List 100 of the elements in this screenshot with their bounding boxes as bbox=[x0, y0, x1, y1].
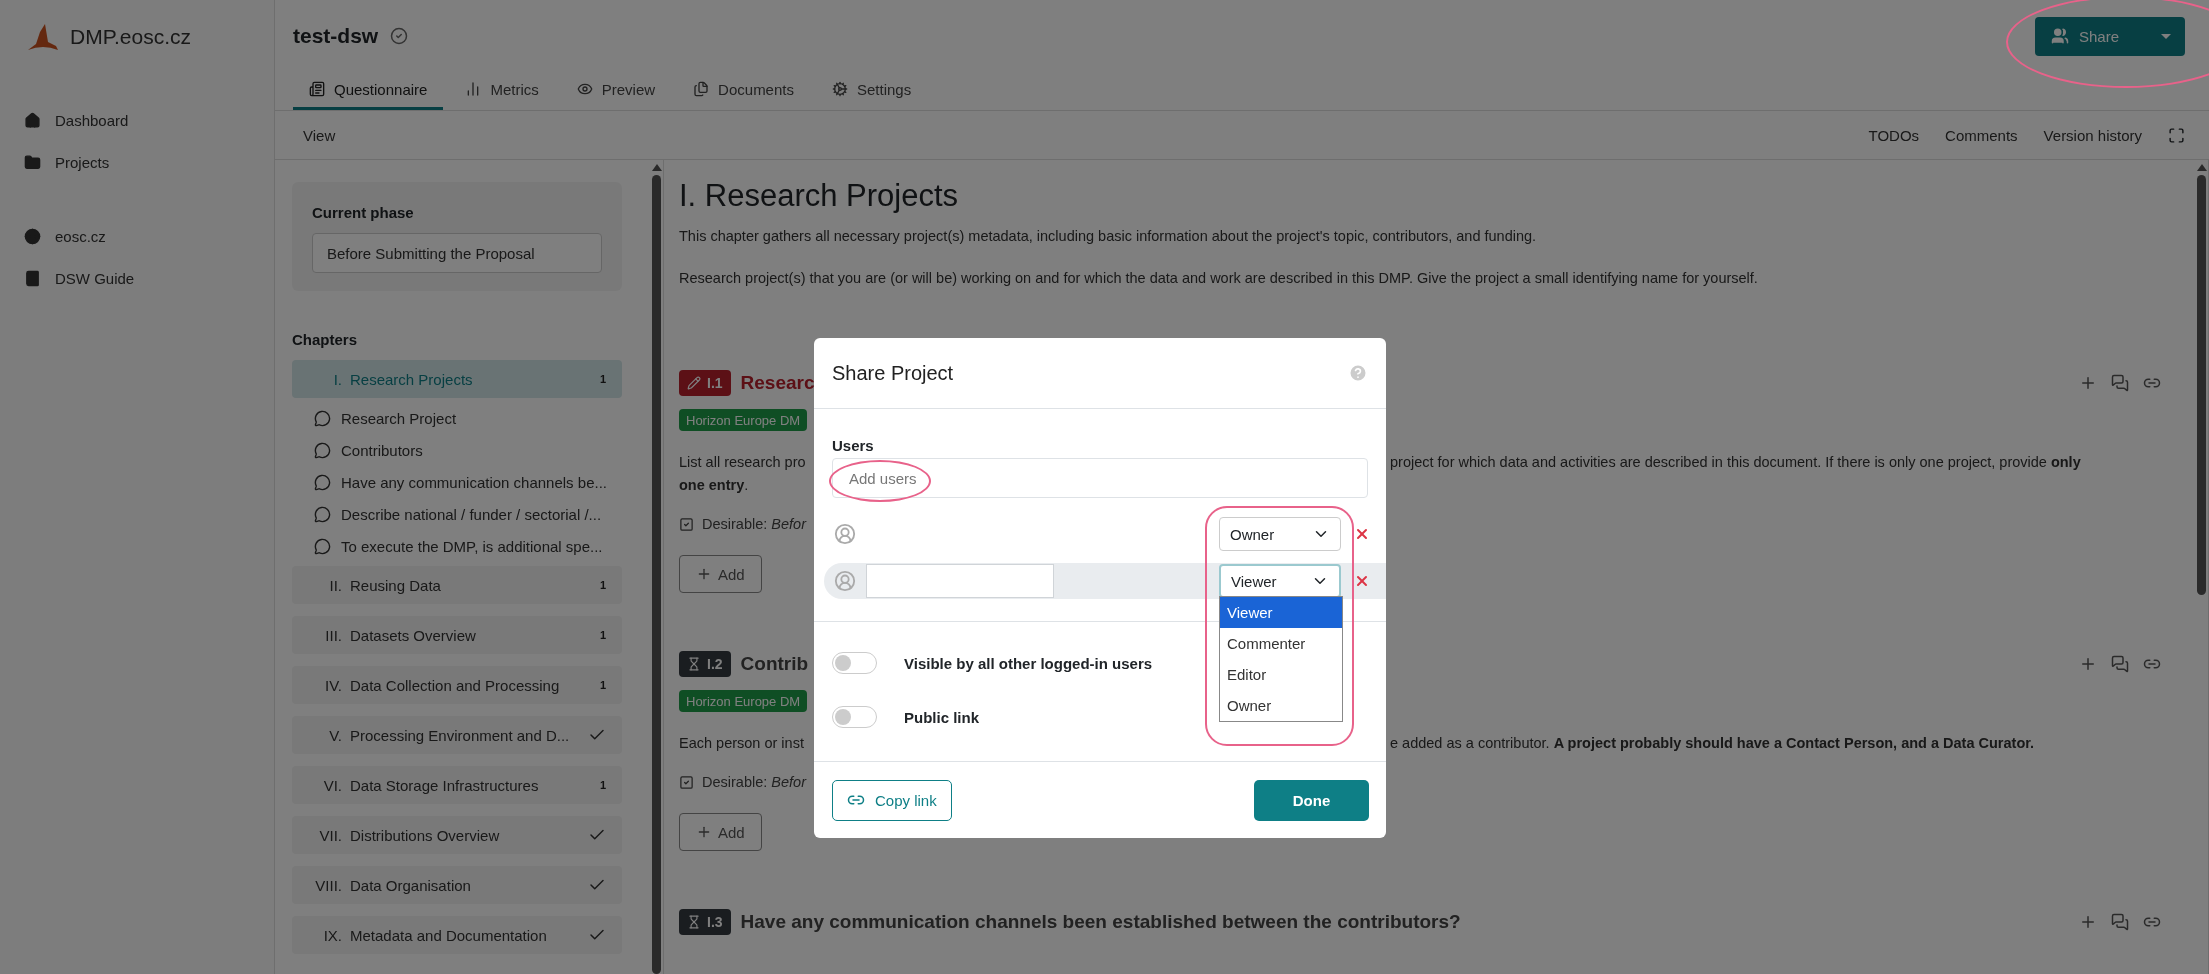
copy-link-button[interactable]: Copy link bbox=[832, 779, 952, 821]
scrollbar[interactable] bbox=[2195, 160, 2209, 974]
desirable-phase-text: Desirable: Befor bbox=[702, 774, 806, 790]
avatar-icon bbox=[834, 523, 856, 545]
documents-icon bbox=[693, 81, 710, 97]
question-link[interactable]: Have any communication channels be... bbox=[292, 466, 607, 498]
sidebar-item[interactable]: Projects bbox=[0, 146, 134, 178]
settings-icon bbox=[832, 81, 848, 97]
view-menu[interactable]: View bbox=[303, 126, 336, 144]
toggle-switch[interactable] bbox=[832, 652, 877, 674]
question-title: Researc bbox=[740, 372, 815, 394]
tab[interactable]: Documents bbox=[677, 71, 810, 110]
tab[interactable]: Questionnaire bbox=[293, 71, 444, 110]
panel-link[interactable]: Comments bbox=[1945, 126, 2018, 144]
question-text: one entry. bbox=[679, 476, 749, 495]
chapter-item[interactable]: VIII. Data Organisation bbox=[292, 866, 622, 904]
role-select[interactable]: Owner bbox=[1219, 517, 1341, 551]
role-option[interactable]: Viewer bbox=[1220, 597, 1342, 628]
desirable-phase-text: Desirable: Befor bbox=[702, 516, 806, 532]
toggle-switch[interactable] bbox=[832, 706, 877, 728]
toggle-label: Visible by all other logged-in users bbox=[904, 654, 1153, 672]
add-button[interactable]: Add bbox=[679, 813, 762, 851]
avatar-icon bbox=[834, 570, 856, 592]
panel-link[interactable]: TODOs bbox=[1868, 126, 1920, 144]
chapter-description: This chapter gathers all necessary project(s) metadata, including basic information about the project's topic, contributors, and funding. bbox=[679, 227, 1538, 246]
todo-count: 1 bbox=[599, 779, 606, 791]
question-text: project for which data and activities are described in this document. If there is only one project, provide only bbox=[1390, 453, 2081, 472]
comment-icon bbox=[314, 441, 331, 459]
question-number-badge: I.2 bbox=[679, 651, 731, 677]
tab[interactable]: Metrics bbox=[449, 71, 555, 110]
todo-count: 1 bbox=[599, 373, 606, 385]
pencil-icon bbox=[687, 376, 701, 390]
plus-icon[interactable] bbox=[2079, 374, 2097, 392]
tab[interactable]: Preview bbox=[560, 71, 672, 110]
done-button[interactable]: Done bbox=[1254, 779, 1369, 821]
remove-user-icon[interactable] bbox=[1354, 526, 1370, 542]
chapter-item[interactable]: VI. Data Storage Infrastructures 1 bbox=[292, 766, 622, 804]
chapters-heading: Chapters bbox=[292, 331, 359, 348]
question-title: Have any communication channels been established between the contributors? bbox=[740, 911, 1461, 933]
chapter-item[interactable]: III. Datasets Overview 1 bbox=[292, 616, 622, 654]
hat-logo-icon bbox=[26, 22, 60, 52]
chapter-item[interactable]: IV. Data Collection and Processing 1 bbox=[292, 666, 622, 704]
chapter-item[interactable]: II. Reusing Data 1 bbox=[292, 566, 622, 604]
close-icon bbox=[1354, 526, 1370, 542]
question-text: List all research pro bbox=[679, 453, 806, 472]
users-icon bbox=[2050, 27, 2069, 45]
plus-icon[interactable] bbox=[2079, 913, 2097, 931]
sidebar-item[interactable]: eosc.cz bbox=[0, 220, 130, 252]
hourglass-icon bbox=[687, 915, 701, 929]
comments-icon[interactable] bbox=[2111, 374, 2129, 392]
knowledge-model-tag: Horizon Europe DM bbox=[679, 690, 808, 712]
question-title: Contrib bbox=[740, 653, 809, 675]
folder-icon bbox=[24, 153, 41, 171]
question-link[interactable]: To execute the DMP, is additional spe... bbox=[292, 530, 603, 562]
phase-select[interactable]: Before Submitting the Proposal bbox=[312, 233, 602, 273]
chapter-item[interactable]: VII. Distributions Overview bbox=[292, 816, 622, 854]
checkbox-icon bbox=[679, 516, 694, 532]
comment-icon bbox=[314, 409, 331, 427]
project-title: test-dsw bbox=[293, 24, 379, 48]
knowledge-model-tag: Horizon Europe DM bbox=[679, 409, 808, 431]
sidebar-item[interactable]: DSW Guide bbox=[0, 262, 159, 294]
chapter-item[interactable]: I. Research Projects 1 bbox=[292, 360, 622, 398]
toggle-label: Public link bbox=[904, 708, 979, 726]
question-text: e added as a contributor. A project probably should have a Contact Person, and a Data Curator. bbox=[1390, 734, 2035, 753]
question-link[interactable]: Contributors bbox=[292, 434, 423, 466]
comment-icon bbox=[314, 505, 331, 523]
share-button[interactable]: Share bbox=[2034, 16, 2185, 56]
comment-icon bbox=[314, 473, 331, 491]
checkbox-icon bbox=[679, 774, 694, 790]
question-text: Each person or inst bbox=[679, 734, 804, 753]
question-number-badge: I.3 bbox=[679, 909, 731, 935]
add-button[interactable]: Add bbox=[679, 555, 762, 593]
chapter-item[interactable]: IX. Metadata and Documentation bbox=[292, 916, 622, 954]
panel-link[interactable]: Version history bbox=[2043, 126, 2142, 144]
dialog-title: Share Project bbox=[832, 361, 954, 385]
fullscreen-icon[interactable] bbox=[2168, 126, 2185, 144]
plus-icon bbox=[696, 566, 712, 582]
home-icon bbox=[24, 111, 41, 129]
app-logo-text: DMP.eosc.cz bbox=[70, 25, 191, 49]
eye-icon bbox=[576, 81, 593, 97]
question-number-badge: I.1 bbox=[679, 370, 731, 396]
question-link[interactable]: Research Project bbox=[292, 402, 457, 434]
users-label: Users bbox=[832, 437, 875, 454]
scrollbar[interactable] bbox=[650, 160, 664, 974]
chapter-description: Research project(s) that you are (or will be) working on and for which the data and work are described in this DMP. Give the project a small identifying name for yourself. bbox=[679, 269, 1759, 288]
plus-icon bbox=[696, 824, 712, 840]
chapter-item[interactable]: V. Processing Environment and D... bbox=[292, 716, 622, 754]
remove-user-icon[interactable] bbox=[1354, 573, 1370, 589]
tab[interactable]: Settings bbox=[816, 71, 928, 110]
sidebar-item[interactable]: Dashboard bbox=[0, 104, 153, 136]
add-users-field[interactable]: Add users bbox=[832, 458, 1368, 498]
phase-label: Current phase bbox=[312, 204, 415, 221]
list-icon bbox=[309, 81, 325, 97]
comments-icon[interactable] bbox=[2111, 655, 2129, 673]
comment-icon bbox=[314, 537, 331, 555]
close-icon bbox=[1354, 573, 1370, 589]
plus-icon[interactable] bbox=[2079, 655, 2097, 673]
comments-icon[interactable] bbox=[2111, 913, 2129, 931]
hourglass-icon bbox=[687, 657, 701, 671]
question-link[interactable]: Describe national / funder / sectorial /... bbox=[292, 498, 602, 530]
